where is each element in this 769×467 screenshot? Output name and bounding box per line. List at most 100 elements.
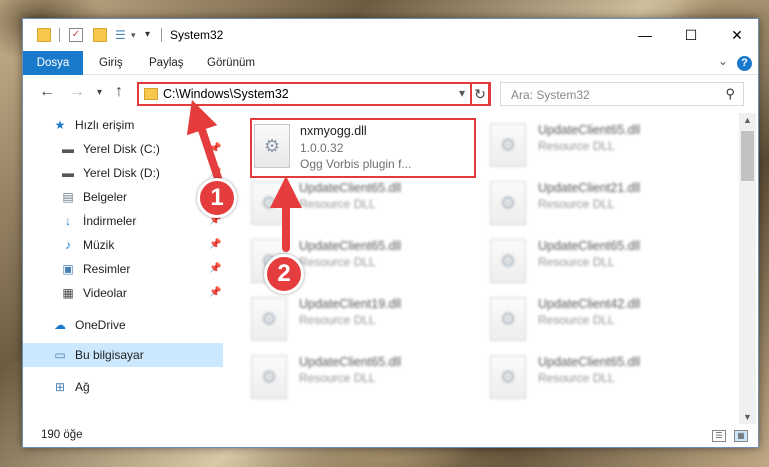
title-bar: ✓ ☰ ▾ ▾ System32 — ☐ ✕ — [23, 19, 758, 51]
file-name: UpdateClient65.dll — [299, 239, 402, 253]
file-item[interactable]: UpdateClient42.dll Resource DLL — [486, 291, 716, 345]
sidebar-item[interactable]: ▤Belgeler📌 — [23, 185, 223, 209]
sidebar-item-label: Hızlı erişim — [75, 118, 135, 132]
sidebar-item[interactable]: ↓ İndirmeler 📌 — [23, 209, 223, 233]
file-name: UpdateClient42.dll — [538, 297, 641, 311]
sidebar-item[interactable]: ★ Hızlı erişim — [23, 113, 223, 137]
sidebar-item[interactable]: ☁ OneDrive — [23, 313, 223, 337]
details-view-icon[interactable]: ☰ — [712, 430, 726, 442]
dll-file-icon — [490, 239, 526, 283]
file-item[interactable]: UpdateClient65.dll Resource DLL — [247, 175, 477, 229]
status-bar: 190 öğe ☰ ▦ — [23, 424, 758, 448]
tab-share[interactable]: Paylaş — [139, 51, 194, 75]
file-item[interactable]: UpdateClient65.dll Resource DLL — [247, 349, 477, 403]
navigation-bar: ← → ▾ ↑ C:\Windows\System32 ▾ ↻ Ara: Sys… — [23, 79, 758, 109]
search-input[interactable]: Ara: System32 ⚲ — [500, 82, 744, 106]
pin-icon[interactable]: 📌 — [209, 137, 221, 161]
tab-file[interactable]: Dosya — [23, 51, 83, 75]
file-name: UpdateClient65.dll — [299, 181, 402, 195]
back-button[interactable]: ← — [39, 83, 55, 101]
sidebar-item[interactable]: ▦ Videolar 📌 — [23, 281, 223, 305]
computer-icon: ▭ — [54, 348, 66, 362]
close-button[interactable]: ✕ — [714, 19, 760, 51]
documents-icon: ▤ — [62, 190, 74, 204]
sidebar-item[interactable]: ▭ Bu bilgisayar — [23, 343, 223, 367]
dll-file-icon — [490, 297, 526, 341]
folder-icon — [144, 88, 158, 100]
file-name: UpdateClient65.dll — [538, 355, 641, 369]
pictures-icon: ▣ — [62, 262, 74, 276]
sidebar-item-label: İndirmeler — [83, 214, 137, 228]
dll-file-icon — [490, 123, 526, 167]
properties-icon[interactable]: ✓ — [69, 28, 83, 42]
address-bar[interactable]: C:\Windows\System32 ▾ — [137, 82, 491, 106]
sidebar-item[interactable]: ⊞ Ağ — [23, 375, 223, 399]
search-icon[interactable]: ⚲ — [725, 86, 735, 102]
sidebar-item-label: Ağ — [75, 380, 90, 394]
large-icons-view-icon[interactable]: ▦ — [734, 430, 748, 442]
music-icon: ♪ — [65, 238, 71, 252]
customize-toolbar-icon[interactable]: ▾ — [145, 28, 159, 42]
minimize-button[interactable]: — — [622, 19, 668, 51]
dll-file-icon — [254, 124, 290, 168]
up-button[interactable]: ↑ — [115, 83, 123, 101]
help-button[interactable]: ? — [737, 56, 752, 71]
recent-locations-icon[interactable]: ▾ — [97, 87, 102, 98]
sidebar-item-label: Yerel Disk (D:) — [83, 166, 160, 180]
download-icon: ↓ — [65, 214, 71, 228]
new-folder-icon[interactable] — [93, 28, 107, 42]
file-type: Resource DLL — [299, 313, 376, 327]
file-name: UpdateClient65.dll — [538, 239, 641, 253]
sidebar-item-label: Yerel Disk (C:) — [83, 142, 160, 156]
folder-icon[interactable] — [37, 28, 51, 42]
scroll-up-icon[interactable]: ▲ — [739, 115, 756, 125]
network-icon: ⊞ — [54, 380, 66, 394]
sidebar-item[interactable]: ▬ Yerel Disk (C:) 📌 — [23, 137, 223, 161]
sidebar-item-label: Belgeler — [83, 190, 128, 204]
dll-file-icon — [251, 297, 287, 341]
address-path[interactable]: C:\Windows\System32 — [163, 87, 289, 101]
tab-home[interactable]: Giriş — [89, 51, 133, 75]
sidebar-item[interactable]: ▣ Resimler 📌 — [23, 257, 223, 281]
dll-file-icon — [251, 355, 287, 399]
view-icon[interactable]: ☰ — [115, 28, 129, 42]
separator — [161, 28, 162, 42]
pin-icon[interactable]: 📌 — [209, 281, 221, 305]
search-placeholder: Ara: System32 — [511, 88, 590, 102]
dll-file-icon — [490, 355, 526, 399]
file-type: Resource DLL — [299, 197, 376, 211]
scroll-down-icon[interactable]: ▼ — [739, 412, 756, 422]
highlighted-file[interactable]: nxmyogg.dll 1.0.0.32 Ogg Vorbis plugin f… — [250, 118, 476, 178]
scrollbar-thumb[interactable] — [741, 131, 754, 181]
maximize-button[interactable]: ☐ — [668, 19, 714, 51]
file-item[interactable]: UpdateClient65.dll Resource DLL — [486, 233, 716, 287]
navigation-pane: ★ Hızlı erişim ▬ Yerel Disk (C:) 📌 ▬ Yerel Dis… — [23, 113, 223, 423]
pin-icon[interactable]: 📌 — [209, 257, 221, 281]
sidebar-item[interactable]: ▬ Yerel Disk (D:) 📌 — [23, 161, 223, 185]
video-icon: ▦ — [62, 286, 74, 300]
dll-file-icon — [251, 181, 287, 225]
chevron-down-icon[interactable]: ▾ — [459, 86, 465, 100]
window-title: System32 — [170, 28, 224, 42]
chevron-down-icon[interactable]: ▾ — [131, 28, 145, 42]
refresh-button[interactable]: ↻ — [470, 82, 490, 106]
pin-icon[interactable]: 📌 — [209, 233, 221, 257]
file-type: Resource DLL — [538, 313, 615, 327]
item-count: 190 öğe — [41, 429, 83, 441]
forward-button[interactable]: → — [69, 83, 85, 101]
file-item[interactable]: UpdateClient65.dll Resource DLL — [486, 117, 716, 171]
sidebar-item-label: Bu bilgisayar — [75, 348, 144, 362]
sidebar-item[interactable]: ♪ Müzik 📌 — [23, 233, 223, 257]
file-item[interactable]: UpdateClient19.dll Resource DLL — [247, 291, 477, 345]
tab-view[interactable]: Görünüm — [197, 51, 265, 75]
vertical-scrollbar[interactable]: ▲ ▼ — [739, 113, 756, 424]
file-name: UpdateClient65.dll — [299, 355, 402, 369]
file-item[interactable]: UpdateClient21.dll Resource DLL — [486, 175, 716, 229]
file-type: Resource DLL — [538, 139, 615, 153]
file-type: Resource DLL — [299, 371, 376, 385]
sidebar-item-label: Müzik — [83, 238, 115, 252]
file-item[interactable]: UpdateClient65.dll Resource DLL — [486, 349, 716, 403]
expand-ribbon-icon[interactable]: ⌄ — [718, 54, 728, 68]
file-type: Resource DLL — [538, 371, 615, 385]
file-version: 1.0.0.32 — [300, 141, 344, 155]
